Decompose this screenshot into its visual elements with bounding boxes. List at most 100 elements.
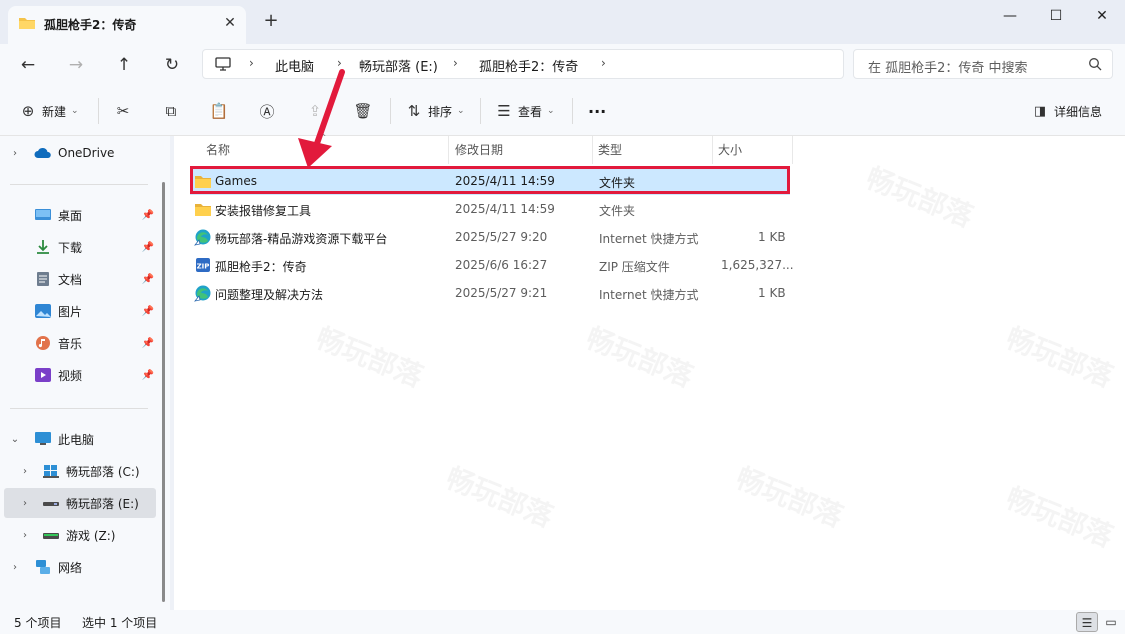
file-date: 2025/4/11 14:59 — [455, 202, 555, 216]
chevron-down-icon: ⌄ — [71, 106, 79, 116]
sidebar-item-downloads[interactable]: 下载 📌 — [34, 232, 194, 262]
breadcrumb-item[interactable]: 畅玩部落 (E:) — [359, 56, 438, 75]
sidebar-item-desktop[interactable]: 桌面 📌 — [34, 200, 194, 230]
file-date: 2025/6/6 16:27 — [455, 258, 548, 272]
sidebar-item-label: 文档 — [58, 272, 83, 287]
file-date: 2025/5/27 9:20 — [455, 230, 548, 244]
file-row[interactable]: 畅玩部落-精品游戏资源下载平台 2025/5/27 9:20 Internet … — [190, 223, 790, 251]
video-icon — [35, 368, 51, 382]
pin-icon: 📌 — [141, 273, 154, 285]
sidebar-divider — [10, 184, 148, 185]
view-label: 查看 — [518, 104, 543, 119]
details-view-button[interactable]: ☰ — [1076, 612, 1098, 632]
sidebar-item-onedrive[interactable]: › OneDrive — [8, 138, 168, 168]
edge-shortcut-icon — [194, 229, 211, 246]
new-label: 新建 — [42, 104, 67, 119]
column-header-name[interactable]: 名称 — [206, 136, 230, 164]
pin-icon: 📌 — [141, 241, 154, 253]
back-button[interactable]: ← — [16, 54, 40, 76]
chevron-right-icon: › — [249, 56, 254, 70]
file-size: 1,625,327... — [721, 258, 794, 272]
view-button[interactable]: ☰ 查看 ⌄ — [494, 100, 554, 122]
svg-text:ZIP: ZIP — [197, 263, 210, 271]
watermark: 畅玩部落 — [861, 156, 980, 235]
chevron-right-icon: › — [23, 529, 27, 541]
cut-button[interactable]: ✂ — [113, 100, 133, 122]
tab-close-button[interactable]: ✕ — [222, 15, 238, 31]
scissors-icon: ✂ — [116, 102, 130, 120]
rename-icon: Ⓐ — [259, 102, 275, 121]
file-list: ^ 名称 修改日期 类型 大小 Games 2025/4/11 14:59 文件… — [174, 133, 1125, 610]
sidebar-item-drive-z[interactable]: › 游戏 (Z:) — [18, 520, 178, 550]
close-button[interactable]: ✕ — [1079, 0, 1125, 32]
column-divider[interactable] — [592, 136, 593, 164]
sidebar-item-pictures[interactable]: 图片 📌 — [34, 296, 194, 326]
sidebar-item-network[interactable]: › 网络 — [8, 552, 168, 582]
sidebar-item-music[interactable]: 音乐 📌 — [34, 328, 194, 358]
sidebar-item-label: 游戏 (Z:) — [66, 528, 116, 543]
share-icon: ⇪ — [308, 102, 322, 120]
minimize-button[interactable]: — — [987, 0, 1033, 32]
sidebar-item-label: 下载 — [58, 240, 83, 255]
drive-icon — [43, 533, 59, 539]
sidebar-item-label: OneDrive — [58, 146, 115, 160]
sidebar-item-label: 视频 — [58, 368, 83, 383]
tiles-view-button[interactable]: ▭ — [1100, 612, 1122, 632]
column-header-size[interactable]: 大小 — [718, 136, 742, 164]
new-tab-button[interactable]: + — [262, 12, 280, 30]
folder-icon — [195, 204, 211, 216]
details-label: 详细信息 — [1054, 104, 1103, 119]
watermark: 畅玩部落 — [1001, 316, 1120, 395]
refresh-button[interactable]: ↻ — [160, 54, 184, 76]
column-header-date[interactable]: 修改日期 — [455, 136, 503, 164]
search-input[interactable]: 在 孤胆枪手2：传奇 中搜索 — [853, 49, 1113, 79]
file-row[interactable]: 问题整理及解决方法 2025/5/27 9:21 Internet 快捷方式 1… — [190, 279, 790, 307]
sort-indicator-icon: ^ — [319, 133, 327, 143]
delete-button[interactable]: 🗑 — [353, 100, 373, 122]
column-divider[interactable] — [448, 136, 449, 164]
rename-button[interactable]: Ⓐ — [257, 100, 277, 122]
sidebar-item-videos[interactable]: 视频 📌 — [34, 360, 194, 390]
chevron-right-icon: › — [13, 561, 17, 573]
column-divider[interactable] — [792, 136, 793, 164]
trash-icon: 🗑 — [353, 102, 373, 120]
column-divider[interactable] — [712, 136, 713, 164]
up-button[interactable]: ↑ — [112, 54, 136, 76]
maximize-button[interactable]: ☐ — [1033, 0, 1079, 32]
file-row[interactable]: 安装报错修复工具 2025/4/11 14:59 文件夹 — [190, 195, 790, 223]
pictures-icon — [35, 304, 51, 318]
toolbar-divider — [480, 98, 481, 124]
share-button[interactable]: ⇪ — [305, 100, 325, 122]
sidebar-item-drive-c[interactable]: › 畅玩部落 (C:) — [18, 456, 178, 486]
file-name: 孤胆枪手2：传奇 — [215, 260, 307, 274]
sidebar-scrollbar[interactable] — [162, 182, 165, 602]
forward-button[interactable]: → — [64, 54, 88, 76]
clipboard-icon: 📋 — [209, 102, 229, 120]
sidebar-item-label: 网络 — [58, 560, 83, 575]
breadcrumb-item[interactable]: 孤胆枪手2：传奇 — [479, 56, 578, 75]
sort-button[interactable]: ⇅ 排序 ⌄ — [404, 100, 465, 122]
more-options-button[interactable]: ··· — [588, 100, 606, 122]
navigation-pane: › OneDrive 桌面 📌 下载 📌 文档 📌 图片 📌 音乐 📌 视频 📌… — [0, 136, 170, 610]
address-bar[interactable]: › 此电脑 › 畅玩部落 (E:) › 孤胆枪手2：传奇 › — [202, 49, 844, 79]
tab-current[interactable]: 孤胆枪手2：传奇 ✕ — [8, 6, 246, 44]
sidebar-item-drive-e[interactable]: › 畅玩部落 (E:) — [4, 488, 156, 518]
chevron-down-icon: ⌄ — [10, 433, 20, 445]
sidebar-item-documents[interactable]: 文档 📌 — [34, 264, 194, 294]
breadcrumb-item[interactable]: 此电脑 — [275, 56, 314, 75]
search-placeholder: 在 孤胆枪手2：传奇 中搜索 — [868, 61, 1028, 76]
file-type: Internet 快捷方式 — [599, 288, 699, 302]
sidebar-item-this-pc[interactable]: ⌄ 此电脑 — [8, 424, 168, 454]
file-row[interactable]: ZIP 孤胆枪手2：传奇 2025/6/6 16:27 ZIP 压缩文件 1,6… — [190, 251, 794, 279]
column-header-type[interactable]: 类型 — [598, 136, 622, 164]
copy-button[interactable]: ⧉ — [161, 100, 181, 122]
watermark: 畅玩部落 — [1001, 476, 1120, 555]
download-icon — [37, 240, 49, 254]
new-button[interactable]: ⊕ 新建 ⌄ — [18, 100, 79, 122]
file-name: 问题整理及解决方法 — [215, 288, 324, 302]
file-row[interactable]: Games 2025/4/11 14:59 文件夹 — [190, 167, 790, 195]
paste-button[interactable]: 📋 — [209, 100, 229, 122]
file-size: 1 KB — [758, 230, 786, 244]
chevron-right-icon: › — [337, 56, 342, 70]
details-pane-button[interactable]: ◨ 详细信息 — [1030, 100, 1102, 122]
